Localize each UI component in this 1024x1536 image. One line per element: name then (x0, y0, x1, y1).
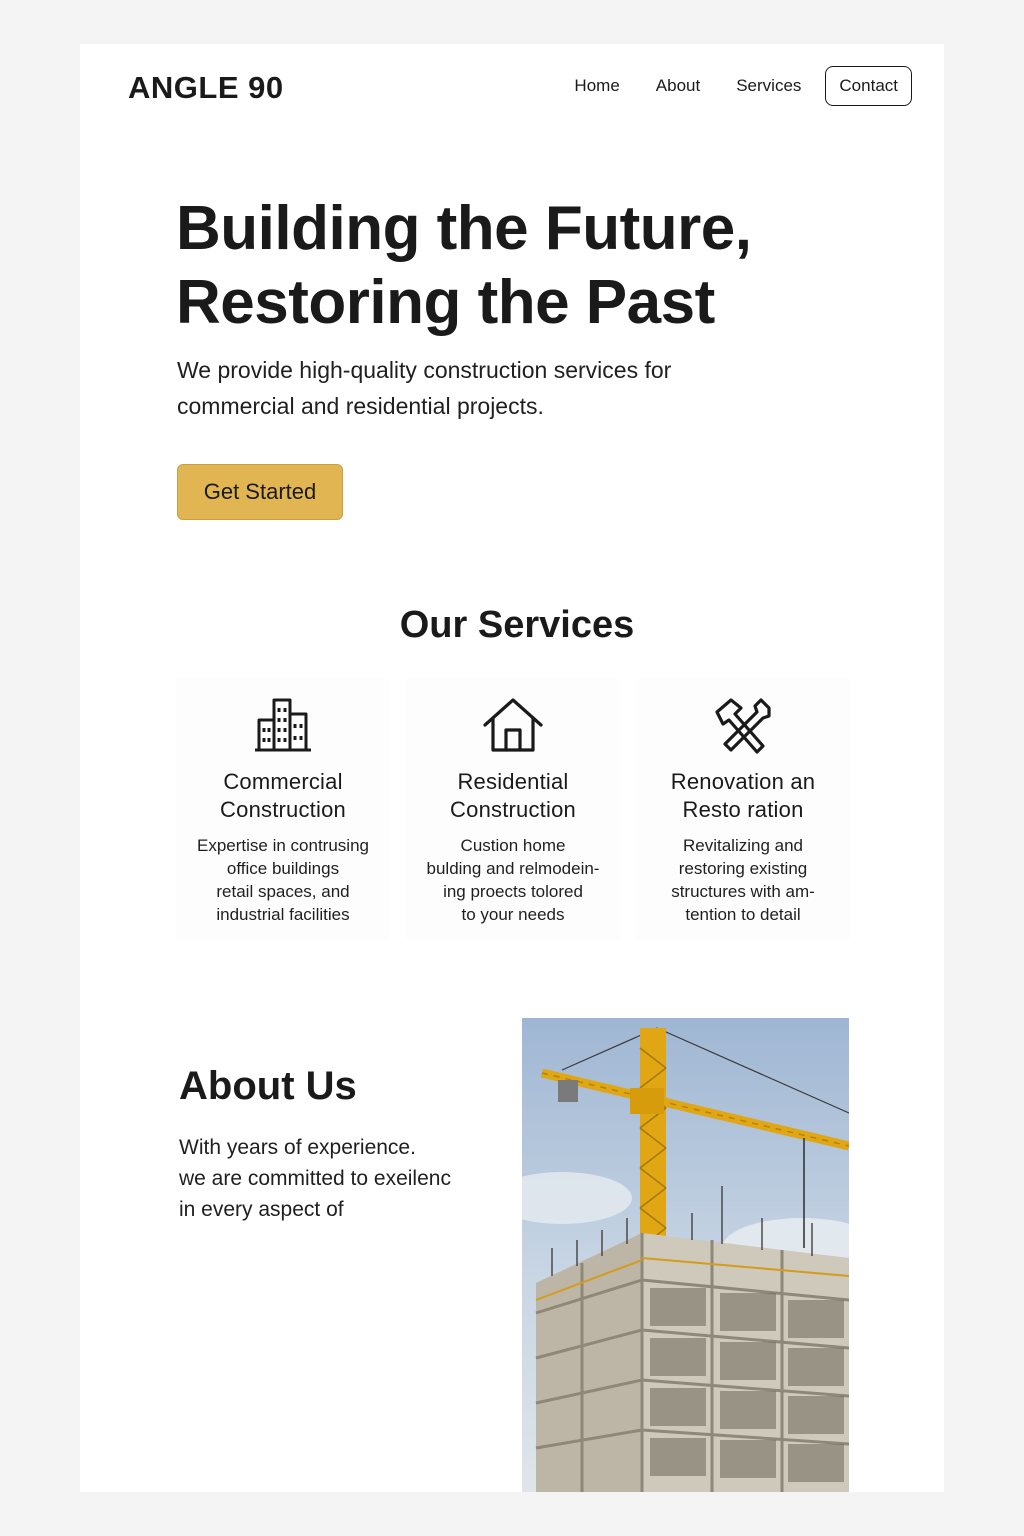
service-desc-line: restoring existing (678, 859, 808, 878)
contact-button[interactable]: Contact (825, 66, 912, 106)
service-desc-line: tention to detail (685, 905, 801, 924)
building-icon (255, 698, 311, 752)
about-title: About Us (179, 1064, 357, 1108)
services-title: Our Services (399, 604, 635, 646)
service-desc-line: Revitalizing and (682, 836, 803, 855)
service-title: Renovation an Resto ration (636, 768, 850, 824)
service-desc-line: industrial facilities (216, 905, 350, 924)
get-started-button[interactable]: Get Started (177, 464, 343, 520)
service-title-line: Renovation an (670, 769, 816, 794)
service-card-residential[interactable]: Residential Construction Custion home bu… (406, 678, 620, 940)
about-text-line: in every aspect of (179, 1198, 344, 1221)
about-text-line: we are committed to exeilenc (179, 1167, 451, 1190)
page: ANGLE 90 Home About Services Contact Bui… (80, 44, 944, 1492)
service-title-line: Construction (220, 797, 346, 822)
house-icon (483, 698, 543, 752)
service-desc-line: bulding and relmodein- (426, 859, 600, 878)
service-card-commercial[interactable]: Commercial Construction Expertise in con… (176, 678, 390, 940)
service-desc-line: structures with am- (671, 882, 815, 901)
service-title-line: Residential (457, 769, 569, 794)
service-desc-line: ing proects tolored (443, 882, 583, 901)
logo[interactable]: ANGLE 90 (128, 70, 284, 106)
service-description: Expertise in contrusing office buildings… (176, 834, 390, 926)
service-desc-line: office buildings (226, 859, 340, 878)
hero-subtitle-line: commercial and residential projects. (177, 393, 544, 419)
service-desc-line: retail spaces, and (216, 882, 350, 901)
service-title-line: Commercial (223, 769, 343, 794)
nav-about[interactable]: About (656, 76, 700, 96)
service-title-line: Resto ration (682, 797, 804, 822)
hero-title: Building the Future, Restoring the Past (176, 192, 876, 340)
about-text-line: With years of experience. (179, 1136, 416, 1159)
hero-title-line: Restoring the Past (176, 268, 715, 337)
service-title: Residential Construction (406, 768, 620, 824)
main-nav: Home About Services Contact (538, 66, 912, 106)
nav-home[interactable]: Home (574, 76, 619, 96)
service-description: Custion home bulding and relmodein- ing … (406, 834, 620, 926)
nav-services[interactable]: Services (736, 76, 801, 96)
service-desc-line: Expertise in contrusing (197, 836, 369, 855)
service-description: Revitalizing and restoring existing stru… (636, 834, 850, 926)
construction-crane-building-photo (522, 1018, 849, 1492)
service-title-line: Construction (450, 797, 576, 822)
about-text: With years of experience. we are committ… (179, 1132, 499, 1225)
service-desc-line: Custion home (460, 836, 566, 855)
service-card-renovation[interactable]: Renovation an Resto ration Revitalizing … (636, 678, 850, 940)
hero-subtitle: We provide high-quality construction ser… (177, 352, 817, 424)
service-title: Commercial Construction (176, 768, 390, 824)
service-desc-line: to your needs (461, 905, 565, 924)
hero-subtitle-line: We provide high-quality construction ser… (177, 357, 672, 383)
hammer-wrench-icon (715, 698, 771, 754)
hero-title-line: Building the Future, (176, 194, 752, 263)
services-cards: Commercial Construction Expertise in con… (176, 678, 866, 940)
